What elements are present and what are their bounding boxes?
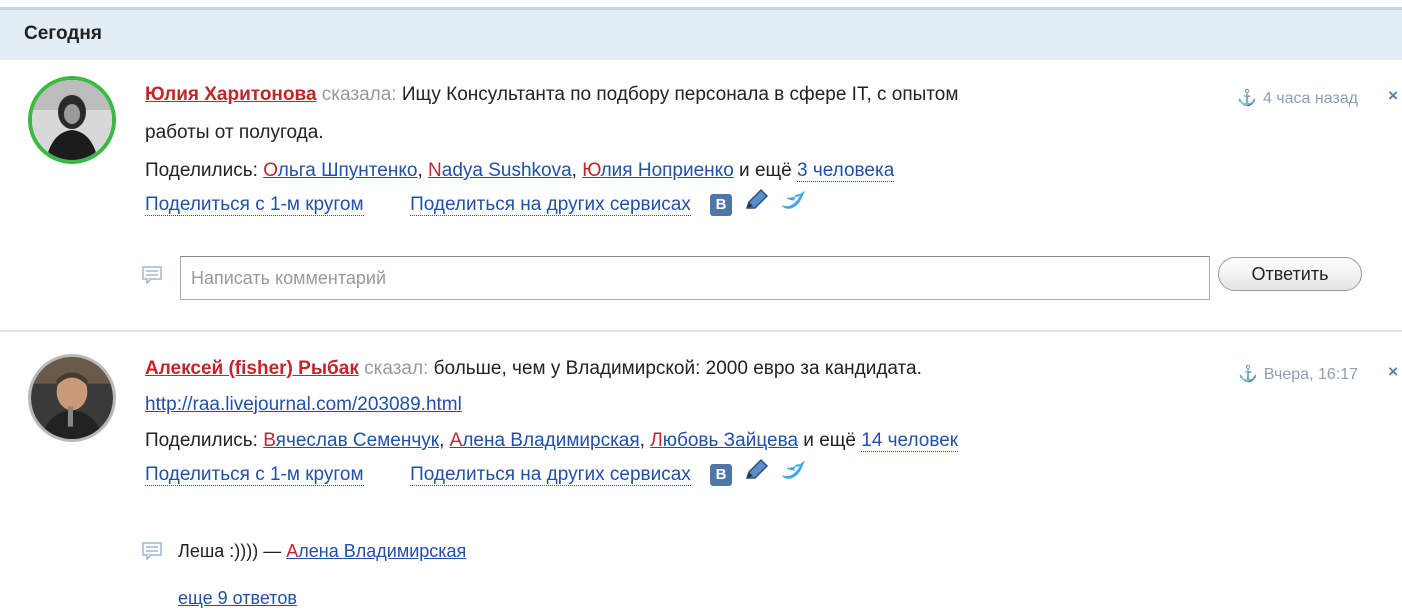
avatar-photo xyxy=(31,357,113,439)
share-circle-link[interactable]: Поделиться с 1-м кругом xyxy=(145,464,364,487)
post-content: Юлия Харитонова сказала: Ищу Консультант… xyxy=(145,80,1205,222)
post-content: Алексей (fisher) Рыбак сказал: больше, ч… xyxy=(145,354,1205,492)
share-actions-row: Поделиться с 1-м кругом Поделиться на др… xyxy=(145,458,1205,492)
avatar[interactable] xyxy=(28,354,116,442)
close-icon[interactable]: × xyxy=(1388,362,1398,382)
comment-row: Леша :)))) — Алена Владимирская xyxy=(178,538,466,564)
more-sharers-link[interactable]: 14 человек xyxy=(861,430,959,452)
close-icon[interactable]: × xyxy=(1388,86,1398,106)
sharer-link[interactable]: Любовь Зайцева xyxy=(650,430,798,451)
share-other-link[interactable]: Поделиться на других сервисах xyxy=(410,464,691,487)
post-text-line2: работы от полугода. xyxy=(145,122,324,143)
post-link[interactable]: http://raa.livejournal.com/203089.html xyxy=(145,394,462,415)
shared-by-row: Поделились: Ольга Шпунтенко, Nadya Sushk… xyxy=(145,160,895,182)
sharer-link[interactable]: Юлия Ноприенко xyxy=(582,160,734,181)
post-text: Ищу Консультанта по подбору персонала в … xyxy=(401,84,959,105)
comment-author-link[interactable]: Алена Владимирская xyxy=(286,541,466,561)
pencil-icon[interactable] xyxy=(743,458,769,492)
avatar[interactable] xyxy=(28,76,116,164)
comment-input[interactable] xyxy=(180,256,1210,300)
sharer-link[interactable]: Nadya Sushkova xyxy=(428,160,572,181)
comment-icon xyxy=(142,266,162,285)
more-replies-link[interactable]: еще 9 ответов xyxy=(178,588,297,609)
share-actions-row: Поделиться с 1-м кругом Поделиться на др… xyxy=(145,188,1205,222)
sharer-link[interactable]: Алена Владимирская xyxy=(450,430,640,451)
and-more-label: и ещё xyxy=(739,160,792,181)
vk-icon[interactable]: В xyxy=(710,464,733,486)
share-other-link[interactable]: Поделиться на других сервисах xyxy=(410,194,691,217)
and-more-label: и ещё xyxy=(803,430,856,451)
sharer-link[interactable]: Ольга Шпунтенко xyxy=(263,160,417,181)
author-link[interactable]: Алексей (fisher) Рыбак xyxy=(145,358,359,379)
post-time[interactable]: ⚓ Вчера, 16:17 xyxy=(1238,364,1358,384)
post-text-line: Юлия Харитонова сказала: Ищу Консультант… xyxy=(145,80,1205,110)
shared-label: Поделились: xyxy=(145,430,258,451)
anchor-icon: ⚓ xyxy=(1237,90,1257,107)
share-circle-link[interactable]: Поделиться с 1-м кругом xyxy=(145,194,364,217)
comment-text: Леша :)))) — xyxy=(178,541,282,561)
said-label: сказала: xyxy=(321,84,397,105)
vk-icon[interactable]: В xyxy=(710,194,733,216)
sharer-link[interactable]: Вячеслав Семенчук xyxy=(263,430,439,451)
comment-icon xyxy=(142,542,162,561)
post-time[interactable]: ⚓ 4 часа назад xyxy=(1237,88,1358,108)
post-text: больше, чем у Владимирской: 2000 евро за… xyxy=(433,358,922,379)
reply-button[interactable]: Ответить xyxy=(1218,257,1362,291)
more-sharers-link[interactable]: 3 человека xyxy=(797,160,895,182)
twitter-icon[interactable] xyxy=(781,190,805,220)
day-header: Сегодня xyxy=(0,10,1402,60)
pencil-icon[interactable] xyxy=(743,188,769,222)
post-text-line: Алексей (fisher) Рыбак сказал: больше, ч… xyxy=(145,354,1205,384)
anchor-icon: ⚓ xyxy=(1237,366,1258,383)
day-title: Сегодня xyxy=(24,23,102,44)
twitter-icon[interactable] xyxy=(781,460,805,490)
avatar-photo xyxy=(32,80,112,160)
post-divider xyxy=(0,330,1402,332)
shared-label: Поделились: xyxy=(145,160,258,181)
author-link[interactable]: Юлия Харитонова xyxy=(145,84,317,105)
said-label: сказал: xyxy=(364,358,429,379)
shared-by-row: Поделились: Вячеслав Семенчук, Алена Вла… xyxy=(145,430,959,452)
